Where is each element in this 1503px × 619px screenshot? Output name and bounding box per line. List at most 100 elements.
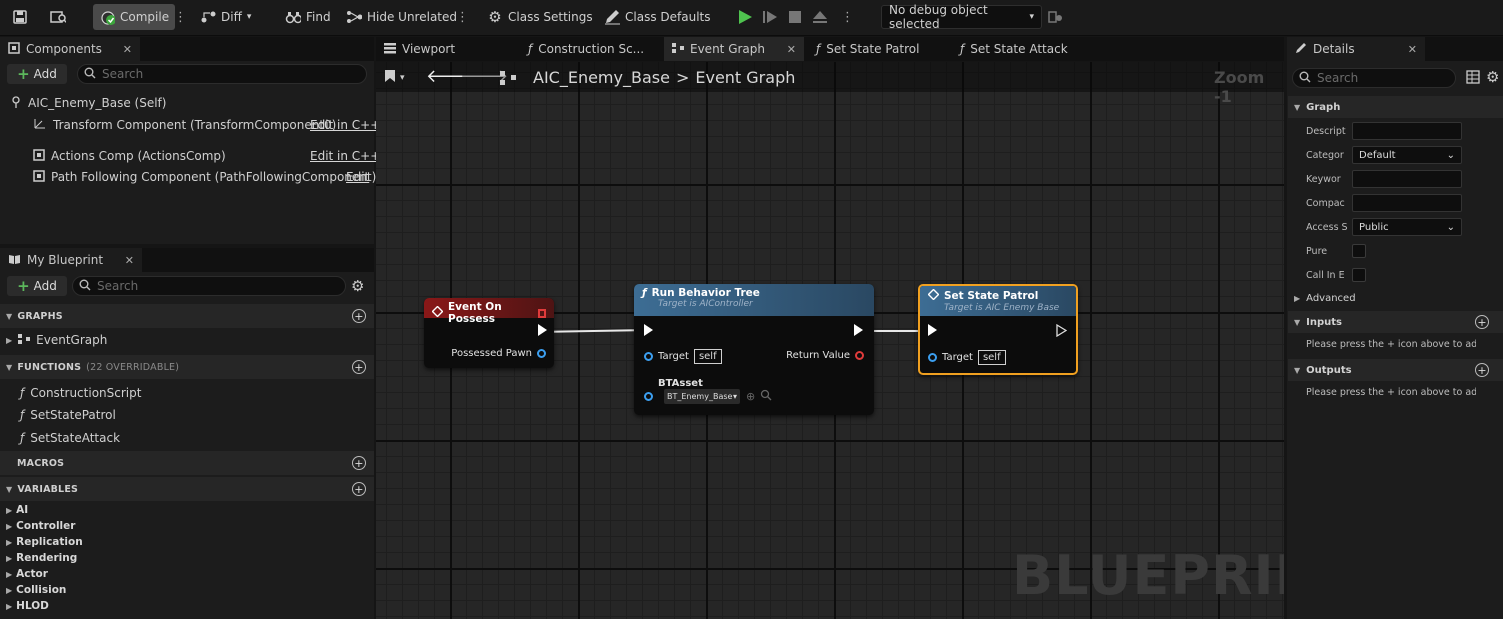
close-icon[interactable]: ✕ — [125, 254, 134, 267]
pin-possessed-pawn[interactable]: Possessed Pawn — [451, 348, 546, 359]
browse-search-icon[interactable] — [760, 389, 772, 404]
function-item[interactable]: ƒ SetStatePatrol — [20, 405, 116, 425]
add-output-icon[interactable]: + — [1475, 363, 1489, 377]
hide-unrelated-options-button[interactable]: ⋮ — [456, 5, 469, 29]
bookmark-button[interactable]: ▾ — [384, 69, 405, 86]
close-icon[interactable]: ✕ — [1408, 43, 1417, 56]
settings-gear-icon[interactable]: ⚙ — [351, 277, 364, 295]
edit-in-cpp-link[interactable]: Edit in C++ — [310, 146, 380, 166]
components-search-input[interactable]: Search — [77, 64, 367, 84]
variable-category[interactable]: ▶ Replication — [6, 534, 83, 550]
edit-in-cpp-link[interactable]: Edit in C++ — [310, 115, 380, 135]
self-value[interactable]: self — [977, 350, 1006, 365]
component-item-transform[interactable]: Transform Component (TransformComponent0… — [33, 115, 336, 135]
category-dropdown[interactable]: Default ⌄ — [1352, 146, 1462, 164]
tab-event-graph[interactable]: Event Graph ✕ — [664, 37, 804, 61]
add-graph-icon[interactable]: + — [352, 309, 366, 323]
find-button[interactable]: Find — [285, 5, 331, 29]
add-function-icon[interactable]: + — [352, 360, 366, 374]
close-icon[interactable]: ✕ — [787, 43, 796, 56]
exec-out-pin-hollow[interactable] — [1056, 324, 1067, 337]
variable-category[interactable]: ▶ Controller — [6, 518, 75, 534]
table-view-icon[interactable] — [1466, 70, 1480, 87]
section-functions[interactable]: ▼ FUNCTIONS (22 OVERRIDABLE) + — [0, 355, 374, 379]
component-item-actions[interactable]: Actions Comp (ActionsComp) — [33, 146, 226, 166]
add-input-icon[interactable]: + — [1475, 315, 1489, 329]
call-in-editor-checkbox[interactable] — [1352, 268, 1366, 282]
class-settings-button[interactable]: ⚙ Class Settings — [487, 5, 592, 29]
node-event-on-possess[interactable]: Event On Possess Possessed Pawn — [424, 298, 554, 368]
details-search-input[interactable]: Search — [1292, 68, 1456, 88]
tab-my-blueprint[interactable]: My Blueprint ✕ — [0, 248, 142, 272]
exec-out-pin[interactable] — [854, 324, 863, 336]
add-macro-icon[interactable]: + — [352, 456, 366, 470]
function-item[interactable]: ƒ SetStateAttack — [20, 428, 120, 448]
variable-category[interactable]: ▶ HLOD — [6, 598, 49, 614]
exec-in-pin[interactable] — [644, 324, 653, 336]
tab-viewport[interactable]: Viewport — [376, 37, 514, 61]
tab-set-state-patrol[interactable]: ƒ Set State Patrol — [808, 37, 948, 61]
tab-components[interactable]: Components ✕ — [0, 37, 140, 61]
variable-category-label: Controller — [16, 520, 76, 532]
close-icon[interactable]: ✕ — [123, 43, 132, 56]
details-section-advanced[interactable]: ▶ Advanced — [1288, 287, 1503, 309]
compile-options-button[interactable]: ⋮ — [174, 5, 187, 29]
my-blueprint-search-input[interactable]: Search — [72, 276, 346, 296]
settings-gear-icon[interactable]: ⚙ — [1486, 68, 1499, 86]
add-variable-icon[interactable]: + — [352, 482, 366, 496]
pin-target[interactable]: Target self — [928, 350, 1006, 365]
pure-checkbox[interactable] — [1352, 244, 1366, 258]
node-run-behavior-tree[interactable]: ƒ Run Behavior Tree Target is AIControll… — [634, 284, 874, 415]
tab-details[interactable]: Details ✕ — [1287, 37, 1425, 61]
keywords-input[interactable] — [1352, 170, 1462, 188]
compile-button[interactable]: Compile — [93, 4, 176, 30]
save-button[interactable] — [12, 5, 28, 29]
access-specifier-dropdown[interactable]: Public ⌄ — [1352, 218, 1462, 236]
description-input[interactable] — [1352, 122, 1462, 140]
pin-target[interactable]: Target self — [644, 349, 722, 364]
tab-construction-script[interactable]: ƒ Construction Sc... — [520, 37, 662, 61]
compact-title-input[interactable] — [1352, 194, 1462, 212]
breadcrumb-graph[interactable]: Event Graph — [695, 68, 795, 87]
btasset-dropdown[interactable]: BT_Enemy_Base ▾ — [664, 389, 740, 404]
exec-out-pin[interactable] — [538, 324, 547, 336]
function-item[interactable]: ƒ ConstructionScript — [20, 383, 141, 403]
delegate-pin-icon[interactable] — [537, 308, 546, 318]
details-section-inputs[interactable]: ▼ Inputs + — [1288, 311, 1503, 333]
component-root[interactable]: AIC_Enemy_Base (Self) — [10, 93, 166, 113]
eject-button[interactable] — [812, 5, 828, 29]
breadcrumb-asset[interactable]: AIC_Enemy_Base — [533, 68, 670, 87]
node-set-state-patrol[interactable]: Set State Patrol Target is AIC Enemy Bas… — [918, 284, 1078, 375]
stop-button[interactable] — [787, 5, 803, 29]
component-item-path-following[interactable]: Path Following Component (PathFollowingC… — [33, 167, 376, 187]
graph-item-eventgraph[interactable]: ▶ EventGraph — [6, 330, 107, 350]
play-button[interactable] — [737, 5, 753, 29]
variable-category[interactable]: ▶ Rendering — [6, 550, 77, 566]
step-button[interactable] — [762, 5, 778, 29]
play-options-button[interactable]: ⋮ — [841, 5, 854, 29]
details-section-outputs[interactable]: ▼ Outputs + — [1288, 359, 1503, 381]
browse-button[interactable] — [50, 5, 66, 29]
self-value[interactable]: self — [693, 349, 722, 364]
use-selected-icon[interactable]: ⊕ — [746, 390, 755, 403]
variable-category[interactable]: ▶ Collision — [6, 582, 66, 598]
object-pin-icon[interactable] — [644, 392, 653, 401]
diff-button[interactable]: Diff ▾ — [200, 5, 251, 29]
class-defaults-button[interactable]: Class Defaults — [604, 5, 710, 29]
debug-filter-button[interactable] — [1048, 5, 1064, 29]
hide-unrelated-button[interactable]: Hide Unrelated — [346, 5, 457, 29]
variable-category[interactable]: ▶ Actor — [6, 566, 48, 582]
tab-set-state-attack[interactable]: ƒ Set State Attack — [952, 37, 1092, 61]
section-variables[interactable]: ▼ VARIABLES + — [0, 477, 374, 501]
event-graph-canvas[interactable]: ▾ 🡐 🡒 AIC_Enemy_Base > Event Graph Zoom … — [376, 62, 1284, 619]
details-section-graph[interactable]: ▼ Graph — [1288, 96, 1503, 118]
debug-object-dropdown[interactable]: No debug object selected ▾ — [881, 3, 1042, 31]
section-graphs[interactable]: ▼ GRAPHS + — [0, 304, 374, 328]
edit-link[interactable]: Edit — [346, 167, 369, 187]
add-component-button[interactable]: + Add — [7, 64, 67, 84]
add-blueprint-item-button[interactable]: + Add — [7, 276, 67, 296]
exec-in-pin[interactable] — [928, 324, 937, 336]
section-macros[interactable]: MACROS + — [0, 451, 374, 475]
pin-return-value[interactable]: Return Value — [786, 350, 864, 361]
variable-category[interactable]: ▶ AI — [6, 502, 28, 518]
